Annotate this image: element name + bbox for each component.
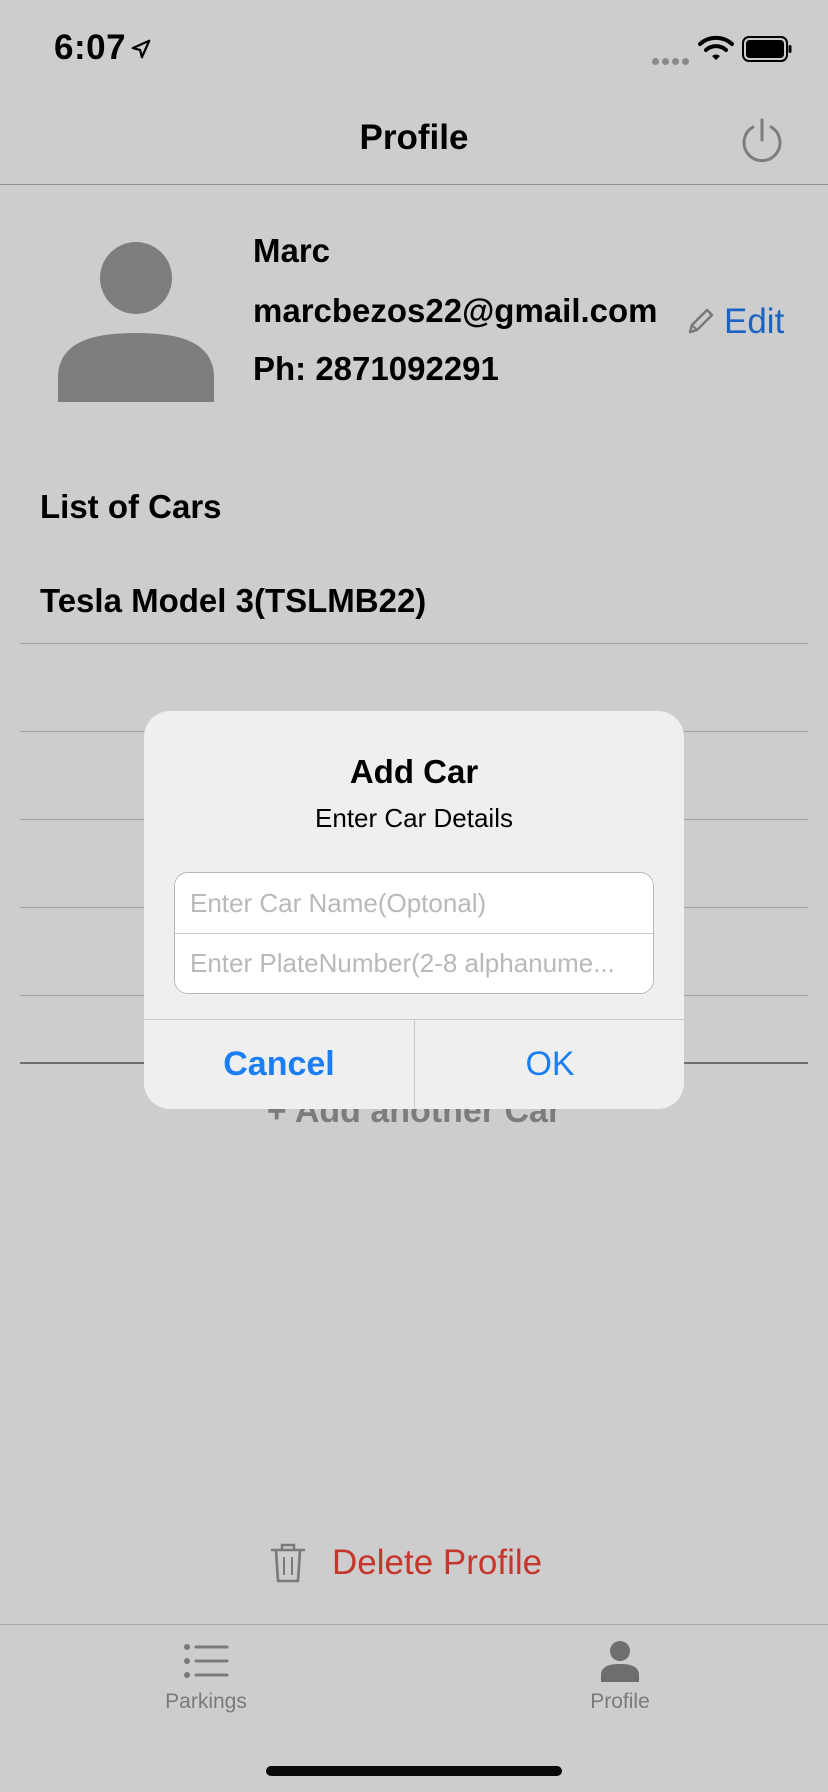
user-name: Marc — [253, 232, 331, 269]
power-icon[interactable] — [738, 116, 786, 164]
ok-button[interactable]: OK — [415, 1020, 684, 1109]
dialog-fields — [174, 872, 654, 994]
user-phone: Ph: 2871092291 — [253, 350, 499, 387]
dialog-title: Add Car — [349, 753, 479, 790]
car-list-item[interactable]: Tesla Model 3(TSLMB22) — [40, 582, 426, 620]
add-car-dialog: Add Car Enter Car Details Cancel OK — [144, 711, 684, 1109]
pencil-icon — [688, 308, 714, 334]
edit-label: Edit — [724, 302, 785, 341]
home-indicator — [266, 1766, 562, 1776]
battery-icon — [742, 36, 792, 62]
dialog-message: Enter Car Details — [315, 803, 513, 833]
location-arrow-icon — [131, 39, 151, 59]
tab-parkings[interactable]: Parkings — [126, 1640, 286, 1714]
avatar — [58, 242, 214, 402]
nav-divider — [0, 184, 828, 185]
wifi-icon — [698, 35, 734, 60]
person-icon — [601, 1641, 639, 1682]
user-email: marcbezos22@gmail.com — [253, 292, 658, 329]
cellular-signal-icon — [652, 52, 692, 70]
tab-profile[interactable]: Profile — [540, 1640, 700, 1714]
edit-button[interactable]: Edit — [684, 300, 784, 344]
tab-label: Profile — [590, 1690, 650, 1713]
delete-profile-label: Delete Profile — [332, 1543, 543, 1582]
tab-label: Parkings — [165, 1690, 247, 1713]
plate-number-input[interactable] — [175, 933, 653, 993]
list-divider — [20, 643, 808, 644]
status-time: 6:07 — [54, 28, 127, 67]
tab-bar-divider — [0, 1624, 828, 1625]
car-name-input[interactable] — [175, 873, 653, 933]
page-title: Profile — [359, 118, 469, 157]
trash-icon — [270, 1543, 306, 1583]
delete-profile-button[interactable]: Delete Profile — [270, 1542, 542, 1584]
cancel-button[interactable]: Cancel — [144, 1020, 414, 1109]
list-of-cars-heading: List of Cars — [40, 488, 222, 525]
list-icon — [184, 1644, 229, 1678]
